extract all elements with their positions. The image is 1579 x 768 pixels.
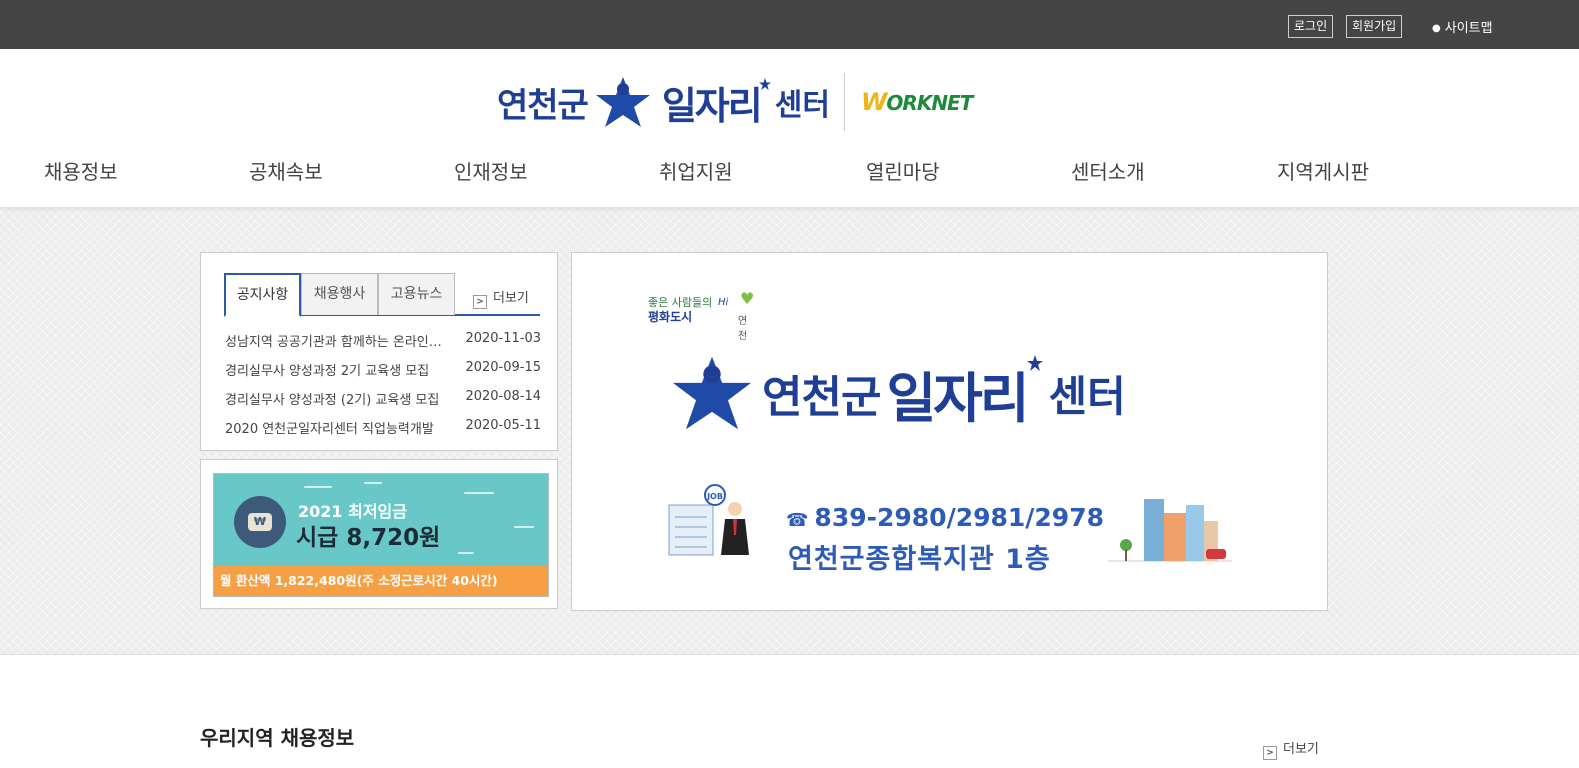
notice-title: 2020 연천군일자리센터 직업능력개발 [225,422,434,437]
phone-number: ☎ 839-2980/2981/2978 [786,503,1104,532]
banner-logo: 연천군 일자리 센터 [670,353,1126,433]
worknet-text: ORKNET [886,91,973,115]
slogan-hi: Hi [718,297,729,308]
phone-icon: ☎ [786,510,809,531]
logo-text-center: 센터 [774,88,830,123]
city-slogan: 좋은 사람들의 평화도시 Hi ♥ 연천 [648,291,754,343]
notice-date: 2020-05-11 [465,418,541,433]
sitemap-label: 사이트맵 [1444,21,1493,36]
section-title-local-jobs: 우리지역 채용정보 [200,726,355,750]
more-label: 더보기 [493,291,529,306]
wage-monthly-label: 월 환산액 1,822,480원(주 소정근로시간 40시간) [214,566,548,596]
notice-list: 성남지역 공공기관과 함께하는 온라인 채용 2020-11-03 경리실무사 양… [225,331,541,447]
nav-item-talent[interactable]: 인재정보 [454,156,528,185]
notice-date: 2020-09-15 [465,360,541,375]
banner-logo-ilja: 일자리 [886,366,1029,430]
banner-logo-yeoncheon: 연천군 [762,372,881,423]
join-button[interactable]: 회원가입 [1346,15,1403,38]
local-jobs-more-link[interactable]: > 더보기 [1263,738,1319,760]
list-item[interactable]: 경리실무사 양성과정 (2기) 교육생 모집 2020-08-14 [225,389,541,418]
slogan-line1: 좋은 사람들의 [648,296,713,309]
site-logo[interactable]: 연천군 일자리 센터 WORKNET [497,71,973,133]
nav-item-open-forum[interactable]: 열린마당 [866,156,940,185]
city-buildings-illustration [1108,499,1232,562]
tab-employment-news[interactable]: 고용뉴스 [378,273,455,315]
job-badge-text: JOB [706,492,723,501]
tab-notice[interactable]: 공지사항 [224,273,301,317]
slogan-city: 연천 [738,316,748,342]
chevron-right-icon: > [1263,746,1277,760]
minimum-wage-panel: ₩ 2021 최저임금 시급 8,720원 월 환산액 1,822,480원(주… [200,459,558,609]
notice-date: 2020-11-03 [465,331,541,346]
notice-title: 경리실무사 양성과정 2기 교육생 모집 [225,364,430,379]
star-icon [672,356,752,430]
wage-hourly-label: 시급 8,720원 [296,525,441,551]
more-label: 더보기 [1283,742,1319,757]
list-item[interactable]: 성남지역 공공기관과 함께하는 온라인 채용 2020-11-03 [225,331,541,360]
logo-divider [843,73,845,131]
nav-item-jobs[interactable]: 채용정보 [44,156,118,185]
decor-streak [364,482,382,484]
nav-item-center-intro[interactable]: 센터소개 [1071,156,1145,185]
bullet-icon: ● [1432,23,1441,34]
decor-streak [304,486,332,488]
notice-title: 경리실무사 양성과정 (2기) 교육생 모집 [225,393,440,408]
notice-title: 성남지역 공공기관과 함께하는 온라인 채용 [225,335,443,350]
job-man-illustration: JOB [668,484,749,556]
list-item[interactable]: 경리실무사 양성과정 2기 교육생 모집 2020-09-15 [225,360,541,389]
tab-recruit-event[interactable]: 채용행사 [301,273,378,315]
won-coin-icon: ₩ [248,513,272,531]
banner-logo-center: 센터 [1048,371,1126,421]
login-button[interactable]: 로그인 [1288,15,1334,38]
logo-text-ilja: 일자리 [661,83,763,128]
chevron-right-icon: > [473,295,487,309]
minimum-wage-banner[interactable]: ₩ 2021 최저임금 시급 8,720원 월 환산액 1,822,480원(주… [213,473,549,597]
notice-panel: 공지사항 채용행사 고용뉴스 > 더보기 성남지역 공공기관과 함께하는 온라인 … [200,252,558,451]
address: 연천군종합복지관 1층 [788,544,1051,575]
decor-streak [514,526,534,528]
star-icon [595,77,650,127]
decor-streak [458,552,474,554]
slogan-line2: 평화도시 [648,310,693,324]
phone-text: 839-2980/2981/2978 [814,503,1104,532]
nav-item-employment-support[interactable]: 취업지원 [659,156,733,185]
small-star-icon [1026,355,1043,371]
notice-more-link[interactable]: > 더보기 [473,287,529,309]
small-star-icon [758,78,771,90]
logo-text-yeoncheon: 연천군 [497,85,589,126]
notice-date: 2020-08-14 [465,389,541,404]
leaf-icon: ♥ [740,289,755,308]
nav-item-recruit-news[interactable]: 공채속보 [249,156,323,185]
site-header: 연천군 일자리 센터 WORKNET 채용정보 공채속보 인재정보 취업지원 열… [0,49,1579,207]
sitemap-link[interactable]: ● 사이트맵 [1432,17,1493,36]
top-utility-bar: 로그인 회원가입 ● 사이트맵 [0,0,1579,49]
worknet-w: W [860,88,888,116]
main-banner[interactable]: 좋은 사람들의 평화도시 Hi ♥ 연천 연천군 일자리 센터 JOB ☎ 839… [571,252,1328,611]
nav-item-local-board[interactable]: 지역게시판 [1277,156,1369,185]
main-navigation: 채용정보 공채속보 인재정보 취업지원 열린마당 센터소개 지역게시판 [0,156,1579,198]
worknet-logo[interactable]: WORKNET [860,88,973,116]
decor-streak [464,492,494,494]
list-item[interactable]: 2020 연천군일자리센터 직업능력개발 2020-05-11 [225,418,541,447]
money-bag-icon: ₩ [234,496,286,548]
